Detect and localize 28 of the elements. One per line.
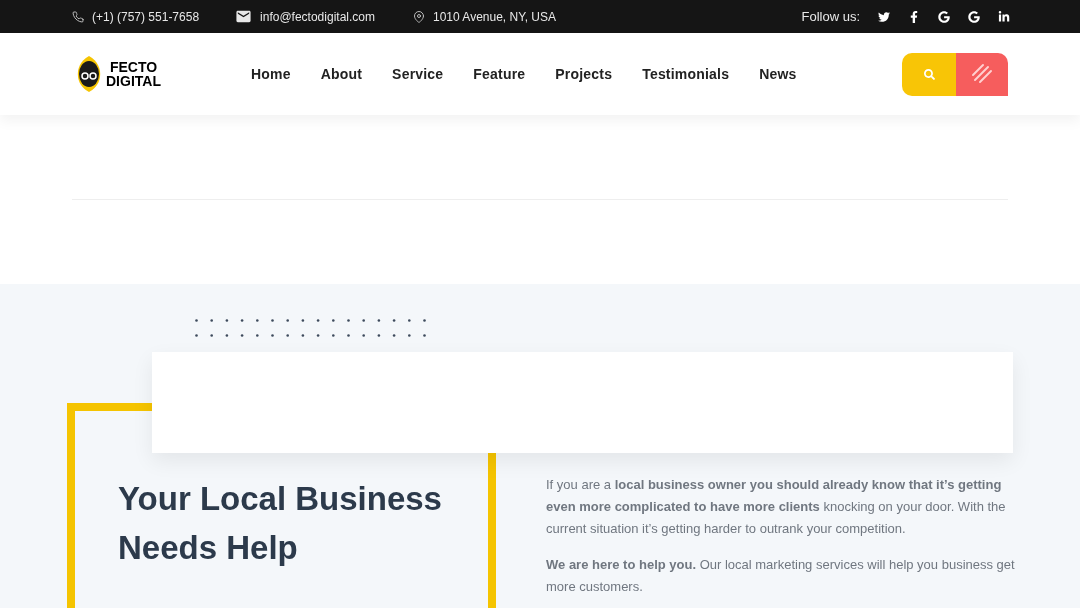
logo-icon [76, 55, 102, 93]
menu-icon [971, 63, 993, 85]
email-address: info@fectodigital.com [260, 8, 375, 26]
map-pin-icon [413, 10, 425, 23]
nav-link[interactable]: Projects [555, 63, 613, 85]
nav-link[interactable]: About [320, 63, 363, 85]
phone-icon [72, 10, 84, 23]
twitter-icon[interactable] [878, 10, 890, 23]
logo-text: DIGITAL [106, 74, 161, 88]
nav-link[interactable]: Home [250, 63, 291, 85]
section-heading: Your Local Business Needs Help [118, 479, 443, 568]
nav-link[interactable]: Service [392, 63, 444, 85]
envelope-icon [235, 8, 253, 25]
linkedin-icon[interactable] [998, 10, 1010, 23]
body-paragraph: We are here to help you. Our local marketing services will help you business get more customers. [546, 556, 1016, 596]
nav-link[interactable]: News [759, 63, 797, 85]
nav-link[interactable]: Feature [473, 63, 526, 85]
facebook-icon[interactable] [908, 10, 920, 23]
follow-label: Follow us: [801, 7, 860, 26]
address: 1010 Avenue, NY, USA [433, 8, 556, 26]
logo-text: FECTO [109, 60, 158, 74]
search-icon [923, 68, 935, 80]
google-icon[interactable] [968, 10, 980, 23]
nav-link[interactable]: Testimonials [642, 63, 730, 85]
body-paragraph: If you are a local business owner you should already know that it’s getting even more complicated to have more clients knocking on your door. With the current situation it’s getting harder to outrank your competition. [546, 476, 1007, 538]
google-icon[interactable] [938, 10, 950, 23]
phone-number: (+1) (757) 551-7658 [92, 8, 200, 26]
menu-button[interactable] [956, 52, 1008, 96]
